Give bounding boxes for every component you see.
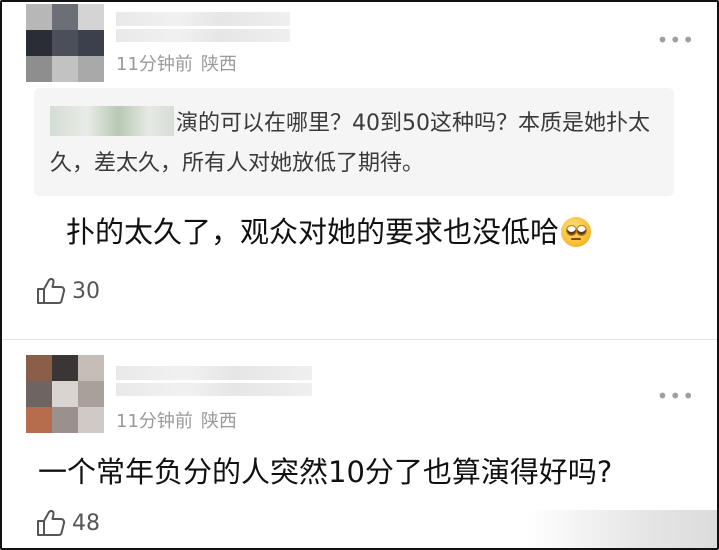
comment-list: 11分钟前 陕西 ••• 演的可以在哪里？40到50这种吗？本质是她扑太久，差太久… xyxy=(0,0,719,550)
quoted-reply[interactable]: 演的可以在哪里？40到50这种吗？本质是她扑太久，差太久，所有人对她放低了期待。 xyxy=(34,88,674,196)
more-dots-icon[interactable]: ••• xyxy=(657,28,695,52)
avatar-pixel xyxy=(52,407,78,433)
comment-text: 一个常年负分的人突然10分了也算演得好吗? xyxy=(38,455,613,489)
comment-meta: 11分钟前 陕西 xyxy=(116,407,237,433)
avatar-pixel xyxy=(78,381,104,407)
avatar-pixel xyxy=(26,56,52,82)
comment-time: 11分钟前 xyxy=(116,54,193,75)
avatar-pixel xyxy=(26,407,52,433)
avatar-pixel xyxy=(52,355,78,381)
avatar[interactable] xyxy=(26,4,104,82)
avatar-pixel xyxy=(78,30,104,56)
more-dots-icon[interactable]: ••• xyxy=(657,384,695,408)
like-button[interactable]: 30 xyxy=(36,277,100,305)
avatar[interactable] xyxy=(26,355,104,433)
divider xyxy=(2,339,717,340)
thumbs-up-icon xyxy=(37,509,66,536)
like-button[interactable]: 48 xyxy=(36,509,100,537)
comment-location: 陕西 xyxy=(200,411,237,432)
username-blurred[interactable] xyxy=(116,366,312,396)
avatar-pixel xyxy=(78,56,104,82)
avatar-pixel xyxy=(26,30,52,56)
quoted-text: 演的可以在哪里？40到50这种吗？本质是她扑太久，差太久，所有人对她放低了期待。 xyxy=(50,111,650,176)
avatar-pixel xyxy=(26,381,52,407)
avatar-pixel xyxy=(78,407,104,433)
comment-time: 11分钟前 xyxy=(116,411,193,432)
comment-meta: 11分钟前 陕西 xyxy=(116,50,237,76)
avatar-pixel xyxy=(52,30,78,56)
like-count: 30 xyxy=(72,278,100,304)
avatar-pixel xyxy=(78,4,104,30)
username-blurred[interactable] xyxy=(116,12,290,42)
comment-item: 11分钟前 陕西 ••• 演的可以在哪里？40到50这种吗？本质是她扑太久，差太久… xyxy=(2,2,717,340)
avatar-pixel xyxy=(52,381,78,407)
comment-text: 扑的太久了，观众对她的要求也没低哈 xyxy=(66,212,592,252)
comment-item: 11分钟前 陕西 ••• 一个常年负分的人突然10分了也算演得好吗? 48 xyxy=(2,342,717,548)
avatar-pixel xyxy=(26,4,52,30)
eye-roll-emoji-icon xyxy=(561,217,592,247)
like-count: 48 xyxy=(72,510,100,536)
thumbs-up-icon xyxy=(37,277,66,304)
comment-text-content: 扑的太久了，观众对她的要求也没低哈 xyxy=(66,215,560,249)
avatar-pixel xyxy=(78,355,104,381)
avatar-pixel xyxy=(26,355,52,381)
avatar-pixel xyxy=(52,4,78,30)
comment-location: 陕西 xyxy=(200,54,237,75)
avatar-pixel xyxy=(52,56,78,82)
watermark-fade xyxy=(527,510,717,548)
